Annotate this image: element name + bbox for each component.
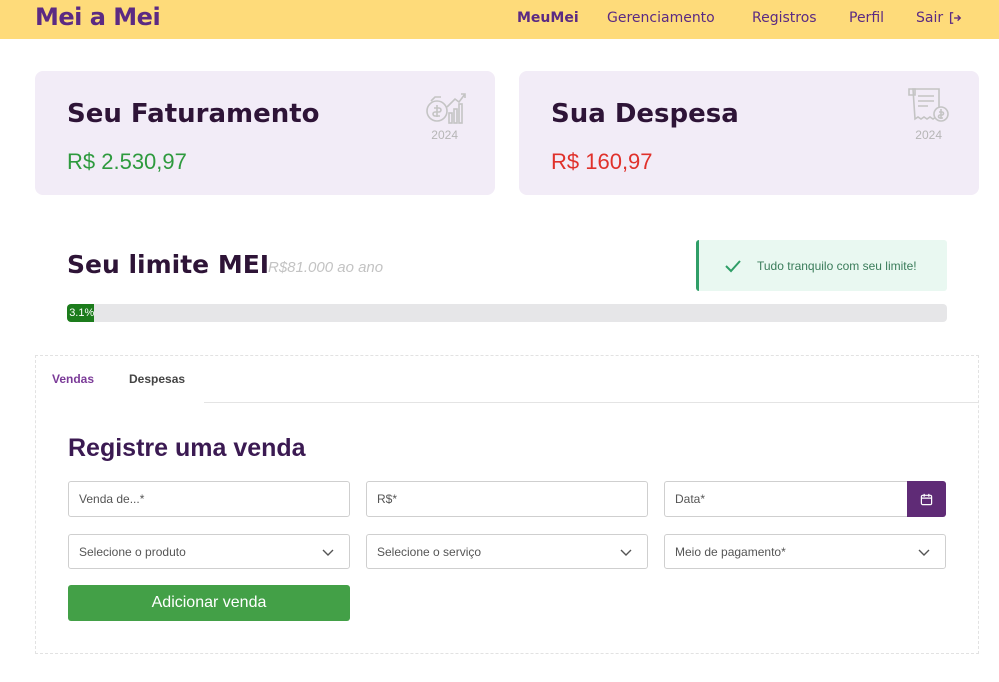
tab-vendas[interactable]: Vendas	[52, 372, 94, 386]
nav-item-registros[interactable]: Registros	[752, 10, 817, 26]
limit-status-alert: Tudo tranquilo com seu limite!	[696, 240, 947, 291]
despesa-value: R$ 160,97	[551, 149, 653, 174]
faturamento-year: 2024	[431, 128, 458, 142]
check-icon	[725, 259, 741, 272]
brand-logo[interactable]: Mei a Mei	[35, 3, 161, 31]
servico-select[interactable]: Selecione o serviço	[366, 534, 648, 569]
faturamento-value: R$ 2.530,97	[67, 149, 187, 174]
receipt-icon	[908, 88, 949, 122]
limit-title: Seu limite MEI	[67, 250, 270, 279]
tab-bar: Vendas Despesas	[36, 356, 978, 403]
despesa-year: 2024	[915, 128, 942, 142]
calendar-button[interactable]	[907, 481, 946, 517]
nav-item-gerenciamento[interactable]: Gerenciamento	[607, 10, 715, 26]
limit-subtitle: R$81.000 ao ano	[268, 259, 384, 276]
faturamento-title: Seu Faturamento	[67, 99, 320, 129]
pagamento-select[interactable]: Meio de pagamento*	[664, 534, 946, 569]
logout-icon	[950, 12, 962, 24]
calendar-icon	[920, 493, 933, 505]
form-title: Registre uma venda	[68, 434, 306, 462]
limit-progress-bar: 3.1%	[67, 304, 947, 322]
top-navbar: Mei a Mei MeuMei Gerenciamento Registros…	[0, 0, 999, 39]
despesa-title: Sua Despesa	[551, 99, 739, 129]
venda-de-input[interactable]: Venda de...*	[68, 481, 350, 517]
tab-despesas[interactable]: Despesas	[129, 372, 185, 386]
servico-select-label: Selecione o serviço	[377, 544, 482, 559]
data-input[interactable]: Data*	[664, 481, 908, 517]
despesa-card: Sua Despesa R$ 160,97 2024	[519, 71, 979, 195]
nav-item-meumei[interactable]: MeuMei	[517, 10, 579, 26]
chevron-down-icon	[620, 549, 632, 556]
chevron-down-icon	[918, 549, 930, 556]
adicionar-venda-button[interactable]: Adicionar venda	[68, 585, 350, 621]
nav-item-sair[interactable]: Sair	[916, 10, 962, 26]
sales-panel: Vendas Despesas Registre uma venda Venda…	[35, 355, 979, 654]
valor-input[interactable]: R$*	[366, 481, 648, 517]
nav-item-perfil[interactable]: Perfil	[849, 10, 884, 26]
pagamento-select-label: Meio de pagamento*	[675, 544, 786, 559]
progress-fill: 3.1%	[67, 304, 95, 322]
alert-text: Tudo tranquilo com seu limite!	[757, 258, 917, 273]
revenue-growth-icon	[426, 93, 466, 124]
chevron-down-icon	[322, 549, 334, 556]
produto-select[interactable]: Selecione o produto	[68, 534, 350, 569]
faturamento-card: Seu Faturamento R$ 2.530,97 2024	[35, 71, 495, 195]
produto-select-label: Selecione o produto	[79, 544, 186, 559]
sair-label: Sair	[916, 10, 944, 26]
